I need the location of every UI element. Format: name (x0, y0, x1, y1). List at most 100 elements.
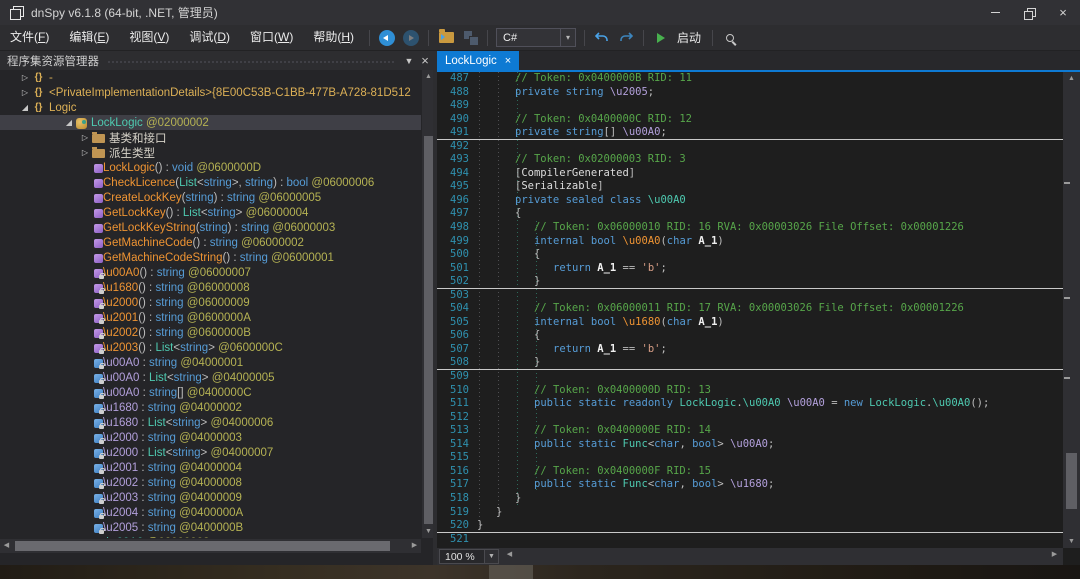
expander-collapsed-icon[interactable]: ▷ (78, 133, 92, 142)
navigate-forward-button[interactable] (399, 27, 423, 49)
code-line[interactable]: 494[CompilerGenerated] (437, 167, 1063, 181)
navigate-back-button[interactable] (375, 27, 399, 49)
code-line[interactable]: 511public static readonly LockLogic.\u00… (437, 397, 1063, 411)
tree-item[interactable]: GetLockKey() : List<string> @06000004 (0, 205, 421, 220)
menu-item-file[interactable]: 文件(F) (0, 25, 59, 50)
code-line[interactable]: 489 (437, 99, 1063, 113)
tree-item[interactable]: \u00A0() : string @06000007 (0, 265, 421, 280)
code-line[interactable]: 487// Token: 0x0400000B RID: 11 (437, 72, 1063, 86)
tree-item[interactable]: ▷基类和接口 (0, 130, 421, 145)
panel-close-button[interactable]: × (417, 53, 433, 68)
code-line[interactable]: 512 (437, 411, 1063, 425)
code-line[interactable]: 514public static Func<char, bool> \u00A0… (437, 438, 1063, 452)
scrollbar-thumb[interactable] (15, 541, 390, 551)
menu-item-edit[interactable]: 编辑(E) (59, 25, 119, 50)
start-debug-button[interactable] (649, 27, 673, 49)
menu-item-debug[interactable]: 调试(D) (179, 25, 240, 50)
code-line[interactable]: 491private string[] \u00A0; (437, 126, 1063, 140)
code-line[interactable]: 505internal bool \u1680(char A_1) (437, 316, 1063, 330)
code-line[interactable]: 517public static Func<char, bool> \u1680… (437, 478, 1063, 492)
tree-item[interactable]: \u2004 : string @0400000A (0, 505, 421, 520)
code-line[interactable]: 518} (437, 492, 1063, 506)
code-line[interactable]: 507return A_1 == 'b'; (437, 343, 1063, 357)
tree-item[interactable]: CheckLicence(List<string>, string) : boo… (0, 175, 421, 190)
search-button[interactable] (718, 27, 742, 49)
editor-vertical-scrollbar[interactable]: ▲ ▼ (1063, 72, 1080, 548)
tree-item[interactable]: ◢LockLogic @02000002 (0, 115, 421, 130)
scroll-left-icon[interactable]: ◀ (0, 539, 13, 553)
code-line[interactable]: 519} (437, 506, 1063, 520)
minimize-button[interactable] (978, 0, 1012, 25)
code-line[interactable]: 496private sealed class \u00A0 (437, 194, 1063, 208)
code-line[interactable]: 493// Token: 0x02000003 RID: 3 (437, 153, 1063, 167)
open-file-button[interactable] (434, 27, 458, 49)
undo-button[interactable] (590, 27, 614, 49)
code-line[interactable]: 497{ (437, 207, 1063, 221)
editor-zoom-select[interactable]: 100 % (439, 549, 485, 564)
tree-item[interactable]: ▷{}<PrivateImplementationDetails>{8E00C5… (0, 85, 421, 100)
expander-collapsed-icon[interactable]: ▷ (18, 73, 32, 82)
tree-item[interactable]: \u2000 : List<string> @04000007 (0, 445, 421, 460)
tree-item[interactable]: \u00A0 : string @04000001 (0, 355, 421, 370)
tree-item[interactable]: \u2002 : string @04000008 (0, 475, 421, 490)
save-modules-button[interactable] (458, 27, 482, 49)
scroll-left-icon[interactable]: ◀ (503, 548, 516, 562)
code-line[interactable]: 492 (437, 140, 1063, 154)
tab-close-icon[interactable]: × (505, 55, 511, 67)
tree-item[interactable]: \u1680 : string @04000002 (0, 400, 421, 415)
start-debug-label[interactable]: 启动 (673, 29, 707, 46)
tree-item[interactable]: \u2000() : string @06000009 (0, 295, 421, 310)
tree-item[interactable]: \u2001 : string @04000004 (0, 460, 421, 475)
redo-button[interactable] (614, 27, 638, 49)
tree-item[interactable]: \u2001() : string @0600000A (0, 310, 421, 325)
code-line[interactable]: 501return A_1 == 'b'; (437, 262, 1063, 276)
decompiled-code-view[interactable]: 487// Token: 0x0400000B RID: 11488privat… (437, 72, 1063, 548)
tree-item[interactable]: GetMachineCode() : string @06000002 (0, 235, 421, 250)
code-line[interactable]: 521 (437, 533, 1063, 547)
expander-collapsed-icon[interactable]: ▷ (18, 88, 32, 97)
code-line[interactable]: 502} (437, 275, 1063, 289)
code-line[interactable]: 510// Token: 0x0400000D RID: 13 (437, 384, 1063, 398)
tree-item[interactable]: \u2003 : string @04000009 (0, 490, 421, 505)
code-line[interactable]: 495[Serializable] (437, 180, 1063, 194)
close-button[interactable]: × (1046, 0, 1080, 25)
tree-item[interactable]: \u2005 : string @0400000B (0, 520, 421, 535)
code-line[interactable]: 500{ (437, 248, 1063, 262)
tree-item[interactable]: \u1680 : List<string> @04000006 (0, 415, 421, 430)
scrollbar-thumb[interactable] (1066, 453, 1077, 509)
expander-expanded-icon[interactable]: ◢ (62, 118, 76, 127)
code-line[interactable]: 490// Token: 0x0400000C RID: 12 (437, 113, 1063, 127)
expander-expanded-icon[interactable]: ◢ (18, 103, 32, 112)
code-line[interactable]: 503 (437, 289, 1063, 303)
code-line[interactable]: 520} (437, 519, 1063, 533)
tree-item[interactable]: ▷{}- (0, 70, 421, 85)
chevron-down-icon[interactable]: ▼ (485, 549, 499, 564)
tab-locklogic[interactable]: LockLogic × (437, 51, 519, 70)
scroll-up-icon[interactable]: ▲ (1063, 72, 1080, 85)
scroll-right-icon[interactable]: ▶ (1048, 548, 1061, 562)
expander-collapsed-icon[interactable]: ▷ (78, 148, 92, 157)
code-line[interactable]: 515 (437, 451, 1063, 465)
panel-menu-button[interactable]: ▼ (401, 56, 417, 66)
code-line[interactable]: 498// Token: 0x06000010 RID: 16 RVA: 0x0… (437, 221, 1063, 235)
tree-item[interactable]: ▷\u00A0 @02000003 (0, 535, 421, 538)
code-line[interactable]: 516// Token: 0x0400000F RID: 15 (437, 465, 1063, 479)
menu-item-window[interactable]: 窗口(W) (240, 25, 303, 50)
code-line[interactable]: 506{ (437, 329, 1063, 343)
code-line[interactable]: 504// Token: 0x06000011 RID: 17 RVA: 0x0… (437, 302, 1063, 316)
tree-horizontal-scrollbar[interactable]: ◀ ▶ (0, 539, 421, 553)
code-line[interactable]: 513// Token: 0x0400000E RID: 14 (437, 424, 1063, 438)
chevron-down-icon[interactable]: ▾ (560, 29, 575, 46)
tree-item[interactable]: \u2000 : string @04000003 (0, 430, 421, 445)
code-line[interactable]: 509 (437, 370, 1063, 384)
tree-item[interactable]: \u00A0 : List<string> @04000005 (0, 370, 421, 385)
scroll-down-icon[interactable]: ▼ (1063, 535, 1080, 548)
tree-item[interactable]: \u2003() : List<string> @0600000C (0, 340, 421, 355)
code-line[interactable]: 499internal bool \u00A0(char A_1) (437, 235, 1063, 249)
tree-item[interactable]: LockLogic() : void @0600000D (0, 160, 421, 175)
tree-item[interactable]: \u1680() : string @06000008 (0, 280, 421, 295)
language-selector[interactable]: C# ▾ (496, 28, 576, 47)
code-line[interactable]: 508} (437, 356, 1063, 370)
restore-button[interactable] (1012, 0, 1046, 25)
tree-item[interactable]: \u00A0 : string[] @0400000C (0, 385, 421, 400)
